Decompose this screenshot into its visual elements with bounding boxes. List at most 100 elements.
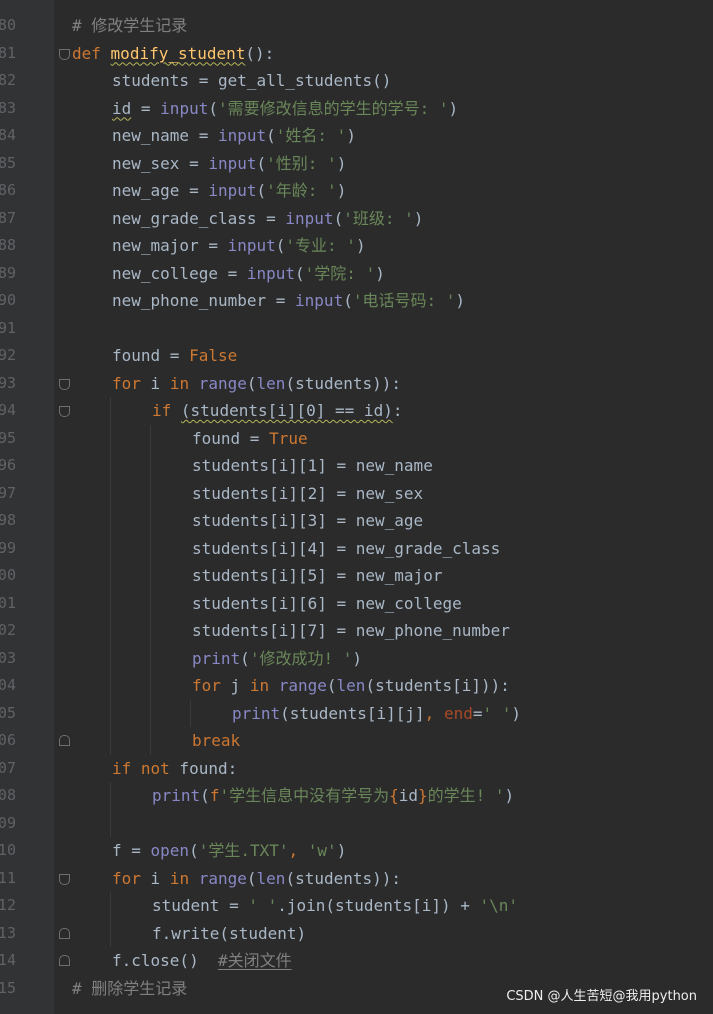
line-number: 108: [0, 786, 16, 804]
code-token: students[i][3] = new_age: [192, 511, 424, 530]
fold-collapse-icon[interactable]: [59, 873, 70, 885]
line-number: 113: [0, 923, 16, 942]
code-token: print: [192, 648, 241, 668]
code-token: (: [275, 236, 286, 255]
watermark: CSDN @人生苦短@我用python: [506, 989, 697, 1004]
line-number: 110: [0, 841, 16, 859]
code-line[interactable]: 99 students[i][4] = new_grade_class: [0, 535, 713, 563]
line-number: 112: [0, 896, 16, 914]
code-token: ): [355, 236, 366, 255]
code-token: input: [246, 263, 296, 283]
code-line[interactable]: 105 print(students[i][j], end=' '): [0, 700, 713, 728]
code-token: ): [448, 98, 459, 118]
code-line[interactable]: 102 students[i][7] = new_phone_number: [0, 617, 713, 645]
code-line[interactable]: 89 new_college = input('学院: '): [0, 260, 713, 288]
code-token: new_name =: [112, 126, 218, 145]
code-line[interactable]: 88 new_major = input('专业: '): [0, 232, 713, 260]
indent-guide: [190, 699, 191, 727]
code-token: i: [140, 373, 170, 393]
code-line[interactable]: 97 students[i][2] = new_sex: [0, 480, 713, 508]
code-line[interactable]: 94 if (students[i][0] == id):: [0, 397, 713, 425]
code-token: .join(students[i]) +: [277, 896, 480, 915]
code-text: for i in range(len(students)):: [112, 865, 401, 893]
line-number: 111: [0, 868, 16, 887]
code-token: new_age =: [112, 181, 209, 200]
code-token: (: [246, 373, 257, 393]
code-token: in: [249, 676, 270, 695]
fold-collapse-icon[interactable]: [59, 48, 70, 60]
code-token: ): [346, 126, 356, 145]
code-token: ): [336, 181, 347, 200]
line-number: 109: [0, 813, 16, 832]
code-token: # 修改学生记录: [72, 16, 188, 35]
code-text: print(f'学生信息中没有学号为{id}的学生! '): [152, 782, 514, 810]
code-line[interactable]: 91: [0, 315, 713, 343]
code-line[interactable]: 84 new_name = input('姓名: '): [0, 122, 713, 150]
code-text: students[i][5] = new_major: [192, 562, 442, 590]
code-line[interactable]: 95 found = True: [0, 425, 713, 453]
code-editor[interactable]: 80 # 修改学生记录 81 def modify_student(): 82 stude…: [0, 0, 713, 1014]
code-line[interactable]: 98 students[i][3] = new_age: [0, 507, 713, 535]
code-line[interactable]: 111 for i in range(len(students)):: [0, 865, 713, 893]
line-number: 94: [0, 401, 16, 419]
code-token: input: [227, 236, 276, 255]
code-line[interactable]: 103 print('修改成功! '): [0, 645, 713, 673]
code-line[interactable]: 93 for i in range(len(students)):: [0, 370, 713, 398]
code-line[interactable]: 92 found = False: [0, 342, 713, 370]
code-token: id: [398, 786, 418, 805]
code-token: 'w': [307, 841, 337, 860]
code-token: id: [112, 98, 132, 118]
fold-end-icon[interactable]: [59, 927, 70, 939]
code-text: # 删除学生记录: [72, 975, 187, 1003]
code-line[interactable]: 113 f.write(student): [0, 920, 713, 948]
code-token: open: [150, 841, 190, 860]
code-line[interactable]: 80 # 修改学生记录: [0, 12, 713, 40]
code-token: len: [336, 676, 366, 695]
code-line[interactable]: 83 id = input('需要修改信息的学生的学号: '): [0, 95, 713, 123]
code-token: (: [256, 153, 267, 173]
code-token: students[i][4] = new_grade_class: [192, 538, 501, 558]
code-line[interactable]: 108 print(f'学生信息中没有学号为{id}的学生! '): [0, 782, 713, 810]
code-token: (: [246, 868, 257, 888]
code-line[interactable]: 82 students = get_all_students(): [0, 67, 713, 95]
code-line[interactable]: 100 students[i][5] = new_major: [0, 562, 713, 590]
code-line[interactable]: 104 for j in range(len(students[i])):: [0, 672, 713, 700]
fold-end-icon[interactable]: [59, 955, 70, 966]
code-token: range: [198, 373, 247, 393]
code-token: (students)):: [285, 373, 402, 393]
line-number: 93: [0, 373, 16, 392]
code-token: '需要修改信息的学生的学号: ': [217, 98, 449, 118]
code-token: ' ': [248, 896, 278, 915]
line-number: 104: [0, 676, 16, 694]
code-token: (: [266, 126, 276, 145]
code-token: f: [209, 786, 220, 805]
code-token: (students[i][j]: [280, 703, 425, 723]
code-line[interactable]: 85 new_sex = input('性别: '): [0, 150, 713, 178]
line-number: 99: [0, 538, 16, 557]
fold-collapse-icon[interactable]: [59, 406, 70, 417]
code-line[interactable]: 81 def modify_student():: [0, 40, 713, 68]
code-line[interactable]: 110 f = open('学生.TXT', 'w'): [0, 837, 713, 865]
code-line[interactable]: 90 new_phone_number = input('电话号码: '): [0, 287, 713, 315]
code-line[interactable]: 109: [0, 810, 713, 838]
fold-end-icon[interactable]: [59, 735, 70, 746]
code-line[interactable]: 106 break: [0, 727, 713, 755]
code-text: id = input('需要修改信息的学生的学号: '): [112, 95, 458, 123]
code-token: in: [169, 868, 190, 888]
code-line[interactable]: 101 students[i][6] = new_college: [0, 590, 713, 618]
code-token: students[i][6] = new_college: [192, 593, 462, 613]
code-line[interactable]: 96 students[i][1] = new_name: [0, 452, 713, 480]
fold-collapse-icon[interactable]: [59, 378, 70, 390]
code-line[interactable]: 114 f.close() #关闭文件: [0, 947, 713, 975]
code-line[interactable]: 86 new_age = input('年龄: '): [0, 177, 713, 205]
code-line[interactable]: 112 student = ' '.join(students[i]) + '\n…: [0, 892, 713, 920]
code-line[interactable]: 107 if not found:: [0, 755, 713, 783]
code-text: f.write(student): [152, 920, 306, 948]
code-token: len: [256, 868, 286, 888]
code-token: found =: [112, 346, 190, 365]
code-token: }: [418, 786, 428, 805]
code-line[interactable]: 87 new_grade_class = input('班级: '): [0, 205, 713, 233]
